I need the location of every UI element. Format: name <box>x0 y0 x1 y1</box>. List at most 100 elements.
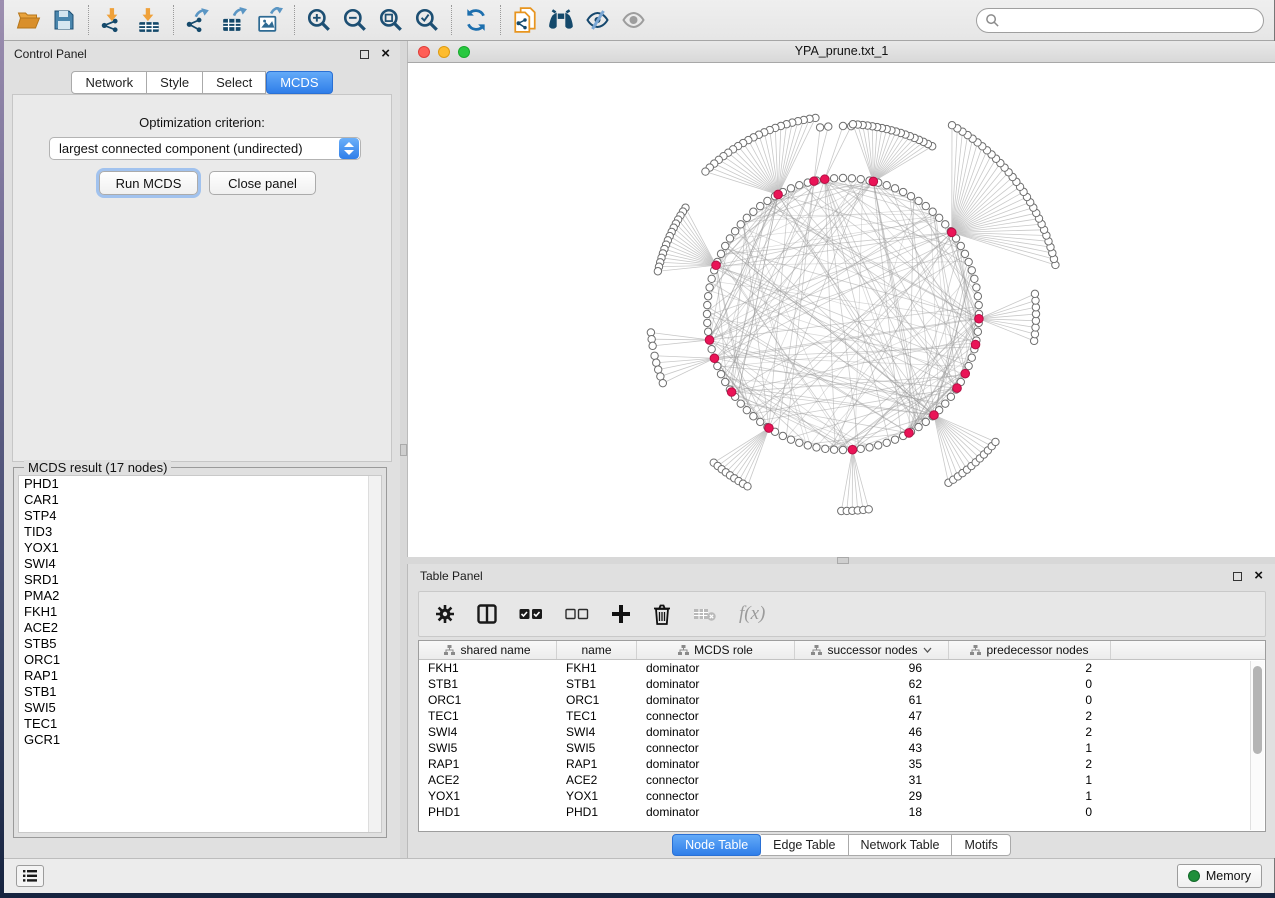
list-item[interactable]: STP4 <box>19 508 381 524</box>
table-row[interactable]: FKH1FKH1dominator962 <box>419 660 1265 676</box>
hide-selected-button[interactable] <box>579 4 615 36</box>
table-row[interactable]: PHD1PHD1dominator180 <box>419 804 1265 820</box>
zoom-fit-button[interactable] <box>373 4 409 36</box>
export-network-button[interactable] <box>180 4 216 36</box>
list-item[interactable]: GCR1 <box>19 732 381 748</box>
cell-predecessor_nodes: 2 <box>949 756 1111 772</box>
memory-button[interactable]: Memory <box>1177 864 1262 888</box>
column-header-shared-name[interactable]: shared name <box>419 641 557 659</box>
tab-network[interactable]: Network <box>71 71 147 94</box>
find-button[interactable] <box>543 4 579 36</box>
show-all-button[interactable] <box>615 4 651 36</box>
export-network-icon <box>185 7 211 33</box>
list-item[interactable]: ORC1 <box>19 652 381 668</box>
column-header-name[interactable]: name <box>557 641 637 659</box>
network-graph[interactable] <box>408 63 1275 557</box>
table-row[interactable]: STB1STB1dominator620 <box>419 676 1265 692</box>
table-row[interactable]: SWI4SWI4dominator462 <box>419 724 1265 740</box>
delete-column-icon[interactable] <box>653 599 671 629</box>
list-item[interactable]: PHD1 <box>19 476 381 492</box>
list-item[interactable]: TEC1 <box>19 716 381 732</box>
cell-predecessor_nodes: 1 <box>949 788 1111 804</box>
close-panel-icon[interactable]: × <box>1254 571 1263 581</box>
settings-gear-icon[interactable] <box>435 599 455 629</box>
float-panel-icon[interactable] <box>1233 572 1242 581</box>
list-item[interactable]: CAR1 <box>19 492 381 508</box>
import-table-button[interactable] <box>131 4 167 36</box>
column-header-MCDS-role[interactable]: MCDS role <box>637 641 795 659</box>
table-scrollbar[interactable] <box>1250 661 1264 830</box>
zoom-in-button[interactable] <box>301 4 337 36</box>
import-network-button[interactable] <box>95 4 131 36</box>
tab-motifs[interactable]: Motifs <box>952 834 1010 856</box>
table-row[interactable]: TEC1TEC1connector472 <box>419 708 1265 724</box>
column-header-predecessor-nodes[interactable]: predecessor nodes <box>949 641 1111 659</box>
save-floppy-icon <box>52 8 76 32</box>
result-list-scrollbar[interactable] <box>368 476 381 832</box>
mcds-result-list[interactable]: PHD1CAR1STP4TID3YOX1SWI4SRD1PMA2FKH1ACE2… <box>18 475 382 833</box>
delete-table-icon[interactable] <box>693 599 717 629</box>
list-item[interactable]: STB1 <box>19 684 381 700</box>
list-item[interactable]: RAP1 <box>19 668 381 684</box>
tab-select[interactable]: Select <box>203 71 266 94</box>
list-item[interactable]: TID3 <box>19 524 381 540</box>
run-mcds-button[interactable]: Run MCDS <box>99 171 198 195</box>
show-columns-icon[interactable] <box>477 599 497 629</box>
close-panel-icon[interactable]: × <box>381 49 390 59</box>
cell-predecessor_nodes: 0 <box>949 804 1111 820</box>
export-table-button[interactable] <box>216 4 252 36</box>
export-image-button[interactable] <box>252 4 288 36</box>
unselect-all-icon[interactable] <box>565 599 589 629</box>
table-row[interactable]: ORC1ORC1dominator610 <box>419 692 1265 708</box>
column-header-successor-nodes[interactable]: successor nodes <box>795 641 949 659</box>
table-row[interactable]: YOX1YOX1connector291 <box>419 788 1265 804</box>
list-item[interactable]: SRD1 <box>19 572 381 588</box>
task-history-button[interactable] <box>16 865 44 887</box>
close-panel-button[interactable]: Close panel <box>209 171 316 195</box>
apply-layout-button[interactable] <box>458 4 494 36</box>
horizontal-splitter[interactable] <box>407 557 1275 564</box>
zoom-in-icon <box>306 7 332 33</box>
list-item[interactable]: STB5 <box>19 636 381 652</box>
list-item[interactable]: SWI4 <box>19 556 381 572</box>
tab-network-table[interactable]: Network Table <box>849 834 953 856</box>
add-column-icon[interactable] <box>611 599 631 629</box>
network-from-selection-button[interactable] <box>507 4 543 36</box>
list-item[interactable]: PMA2 <box>19 588 381 604</box>
splitter-grip[interactable] <box>400 444 407 456</box>
cell-successor_nodes: 35 <box>795 756 949 772</box>
search-field[interactable] <box>976 8 1264 33</box>
table-row[interactable]: RAP1RAP1dominator352 <box>419 756 1265 772</box>
search-input[interactable] <box>1000 11 1263 31</box>
scrollbar-thumb[interactable] <box>1253 666 1262 754</box>
list-item[interactable]: FKH1 <box>19 604 381 620</box>
cell-shared_name: YOX1 <box>419 788 557 804</box>
optimization-criterion-select[interactable]: largest connected component (undirected) <box>49 137 361 160</box>
tab-edge-table[interactable]: Edge Table <box>761 834 848 856</box>
list-item[interactable]: SWI5 <box>19 700 381 716</box>
function-builder-icon[interactable]: f(x) <box>739 599 765 629</box>
sort-descending-icon <box>923 647 932 653</box>
tab-style[interactable]: Style <box>147 71 203 94</box>
vertical-splitter[interactable] <box>400 41 407 858</box>
list-item[interactable]: ACE2 <box>19 620 381 636</box>
zoom-out-button[interactable] <box>337 4 373 36</box>
table-row[interactable]: ACE2ACE2connector311 <box>419 772 1265 788</box>
network-canvas[interactable] <box>407 63 1275 557</box>
node-table: shared namenameMCDS rolesuccessor nodesp… <box>418 640 1266 832</box>
float-panel-icon[interactable] <box>360 50 369 59</box>
save-session-button[interactable] <box>46 4 82 36</box>
list-item[interactable]: YOX1 <box>19 540 381 556</box>
network-window-titlebar[interactable]: YPA_prune.txt_1 <box>407 41 1275 63</box>
cell-mcds_role: connector <box>637 788 795 804</box>
tab-node-table[interactable]: Node Table <box>672 834 761 856</box>
cell-successor_nodes: 96 <box>795 660 949 676</box>
splitter-grip[interactable] <box>837 557 849 564</box>
table-row[interactable]: SWI5SWI5connector431 <box>419 740 1265 756</box>
select-all-icon[interactable] <box>519 599 543 629</box>
tab-mcds[interactable]: MCDS <box>266 71 332 94</box>
zoom-selected-button[interactable] <box>409 4 445 36</box>
open-file-button[interactable] <box>10 4 46 36</box>
import-network-icon <box>100 7 126 33</box>
status-bar: Memory <box>4 858 1274 893</box>
